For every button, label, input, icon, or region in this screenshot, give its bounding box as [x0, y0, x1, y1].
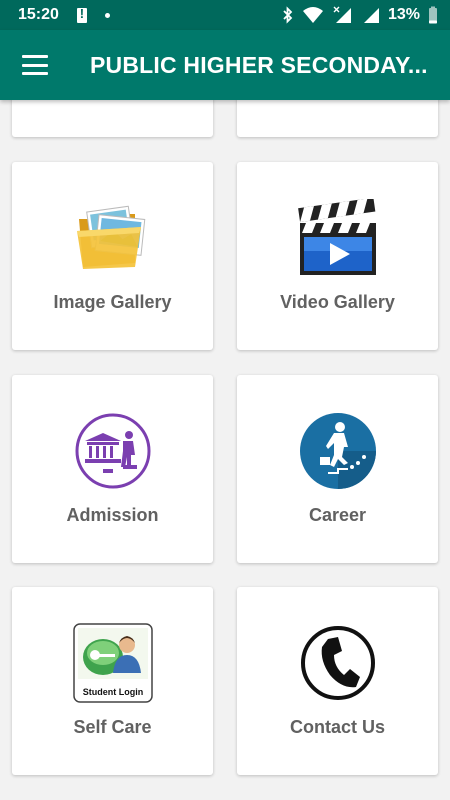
grid-card-image-gallery[interactable]: Image Gallery — [12, 162, 213, 350]
app-bar: PUBLIC HIGHER SECONDAY... — [0, 30, 450, 100]
grid-card-partial-right[interactable] — [237, 100, 438, 137]
student-login-icon-text: Student Login — [82, 687, 143, 697]
bluetooth-icon — [283, 6, 293, 24]
career-icon — [298, 411, 378, 491]
admission-icon — [73, 411, 153, 491]
grid-card-partial-left[interactable] — [12, 100, 213, 137]
status-bar: 15:20 13% — [0, 0, 450, 30]
page-title: PUBLIC HIGHER SECONDAY... — [90, 51, 428, 78]
video-gallery-icon — [297, 198, 378, 278]
menu-icon[interactable] — [22, 55, 48, 75]
grid-card-video-gallery[interactable]: Video Gallery — [237, 162, 438, 350]
notification-dot-icon — [104, 12, 110, 18]
notification-alert-icon — [76, 6, 87, 23]
student-login-icon: Student Login — [72, 623, 153, 703]
battery-percent: 13% — [387, 6, 420, 23]
signal-icon — [333, 6, 351, 23]
grid-card-label: Contact Us — [289, 717, 385, 737]
grid-card-label: Self Care — [73, 717, 152, 737]
grid-card-label: Admission — [66, 505, 159, 525]
status-time: 15:20 — [18, 6, 59, 23]
grid-card-career[interactable]: Career — [237, 375, 438, 563]
grid-card-label: Career — [308, 505, 367, 525]
wifi-icon — [302, 7, 323, 23]
grid-card-self-care[interactable]: Student Login Self Care — [12, 587, 213, 775]
grid-card-admission[interactable]: Admission — [12, 375, 213, 563]
grid-card-label: Image Gallery — [53, 292, 172, 312]
grid-card-label: Video Gallery — [280, 292, 395, 312]
grid-card-contact-us[interactable]: Contact Us — [237, 587, 438, 775]
signal-icon-2 — [363, 8, 379, 23]
image-gallery-icon — [73, 198, 153, 278]
menu-grid: Image Gallery Video Gallery Admission Ca… — [0, 100, 450, 800]
phone-icon — [298, 623, 378, 703]
battery-icon — [429, 6, 437, 24]
